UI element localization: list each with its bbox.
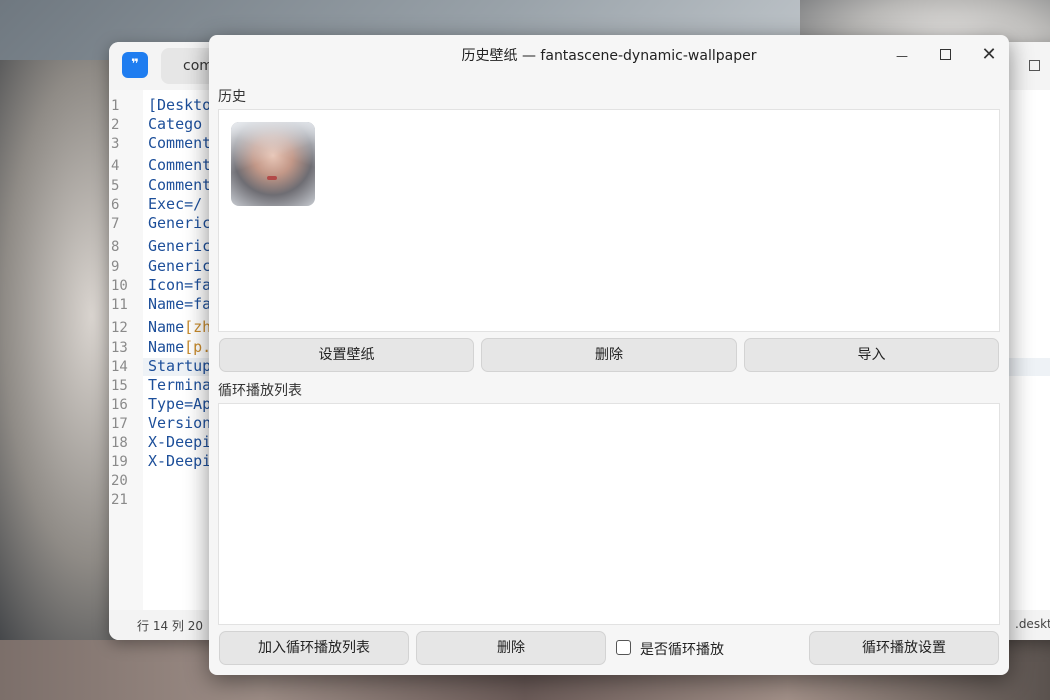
line-number-gutter: 1 2 3 4 5 6 7 8 9 10 11 12 13 14 15 16 17 18 19 20 21 <box>109 90 143 610</box>
code-line: Generic <box>148 257 212 275</box>
loop-checkbox[interactable] <box>616 640 631 655</box>
line-number: 10 <box>111 278 128 294</box>
history-label: 历史 <box>218 89 246 105</box>
code-line: Generic <box>148 214 212 232</box>
line-number: 18 <box>111 435 128 451</box>
close-button[interactable]: ✕ <box>974 43 1004 67</box>
line-number: 19 <box>111 454 128 470</box>
code-line: Generic <box>148 237 212 255</box>
line-number: 4 <box>111 158 120 174</box>
code-line: Comment <box>148 134 212 152</box>
line-number: 20 <box>111 473 128 489</box>
editor-app-icon[interactable]: ❞ <box>122 52 148 78</box>
cursor-position: 行 14 列 20 <box>137 619 203 633</box>
line-number: 8 <box>111 239 120 255</box>
playlist-list[interactable] <box>218 403 1000 625</box>
history-list[interactable] <box>218 109 1000 332</box>
line-number: 2 <box>111 117 120 133</box>
line-number: 11 <box>111 297 128 313</box>
code-highlight: [zh <box>184 318 212 336</box>
line-number: 1 <box>111 98 120 114</box>
thumbnail-hair <box>231 122 315 206</box>
minimize-button[interactable]: — <box>887 43 917 67</box>
set-wallpaper-button[interactable]: 设置壁纸 <box>219 338 474 372</box>
line-number: 15 <box>111 378 128 394</box>
line-number: 6 <box>111 197 120 213</box>
loop-settings-button[interactable]: 循环播放设置 <box>809 631 999 665</box>
history-wallpaper-dialog: 历史壁纸 — fantascene-dynamic-wallpaper — ✕ … <box>209 35 1009 675</box>
code-highlight: [p. <box>184 338 212 356</box>
add-to-playlist-button[interactable]: 加入循环播放列表 <box>219 631 409 665</box>
minimize-icon: — <box>896 49 908 63</box>
code-line: X-Deepi <box>148 433 212 451</box>
line-number: 9 <box>111 259 120 275</box>
code-line: Name[p. <box>148 338 212 356</box>
delete-playlist-button[interactable]: 删除 <box>416 631 606 665</box>
code-line: Name[zh <box>148 318 212 336</box>
editor-maximize-icon[interactable] <box>1029 60 1040 71</box>
code-line: Catego <box>148 115 203 133</box>
line-number: 3 <box>111 136 120 152</box>
maximize-button[interactable] <box>930 43 960 67</box>
loop-checkbox-label[interactable]: 是否循环播放 <box>640 639 724 659</box>
playlist-label: 循环播放列表 <box>218 383 302 399</box>
code-line: Comment <box>148 176 212 194</box>
file-type-label[interactable]: .deskto <box>1015 617 1050 631</box>
line-number: 21 <box>111 492 128 508</box>
code-line: Startup <box>148 357 212 375</box>
maximize-icon <box>939 49 951 60</box>
code-line: Version <box>148 414 212 432</box>
thumbnail-detail <box>267 176 277 180</box>
code-line: X-Deepi <box>148 452 212 470</box>
wallpaper-thumbnail[interactable] <box>231 122 315 206</box>
code-line: Name=fa <box>148 295 212 313</box>
line-number: 17 <box>111 416 128 432</box>
line-number: 16 <box>111 397 128 413</box>
import-button[interactable]: 导入 <box>744 338 999 372</box>
code-line: Exec=/ <box>148 195 203 213</box>
line-number: 14 <box>111 359 128 375</box>
line-number: 5 <box>111 178 120 194</box>
code-line: Icon=fa <box>148 276 212 294</box>
line-number: 13 <box>111 340 128 356</box>
code-line: [Deskto <box>148 96 212 114</box>
code-line: Termina <box>148 376 212 394</box>
code-line: Type=Ap <box>148 395 212 413</box>
line-number: 7 <box>111 216 120 232</box>
code-line: Comment <box>148 156 212 174</box>
delete-history-button[interactable]: 删除 <box>481 338 737 372</box>
line-number: 12 <box>111 320 128 336</box>
close-icon: ✕ <box>981 44 997 65</box>
